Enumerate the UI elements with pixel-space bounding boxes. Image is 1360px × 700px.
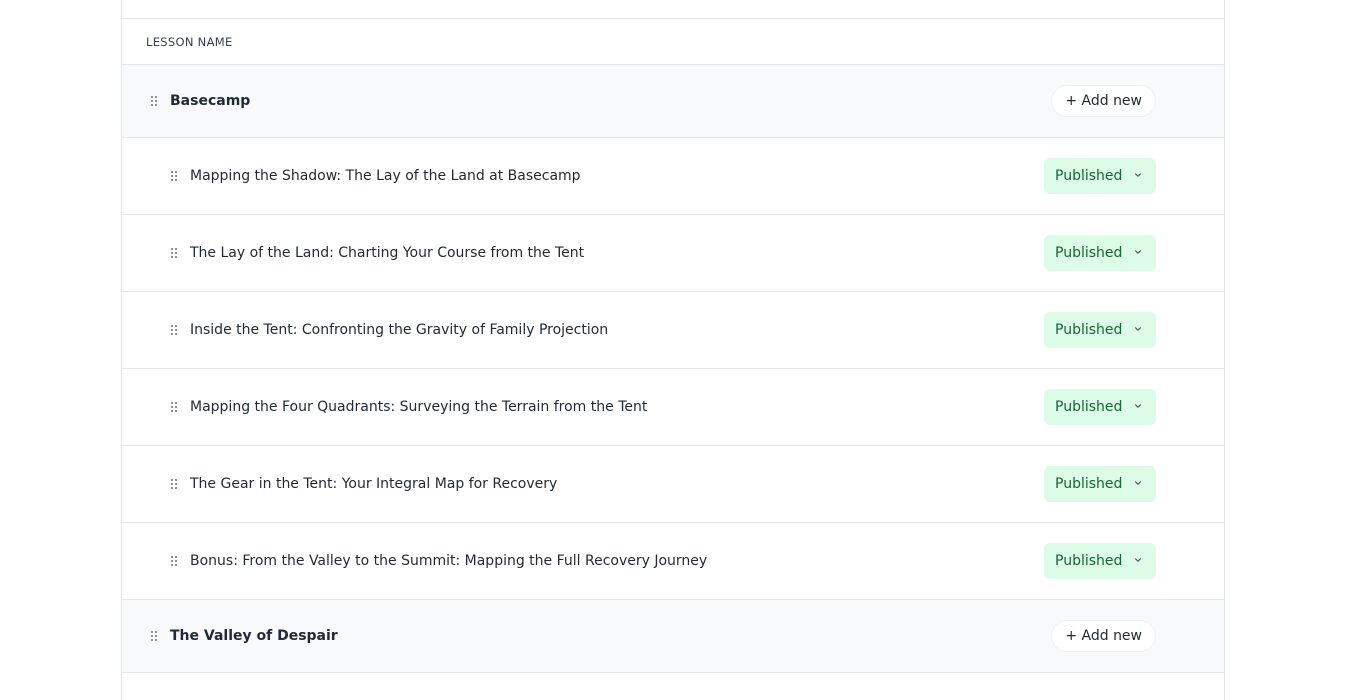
lesson-title[interactable]: The Lay of the Land: Charting Your Cours…	[190, 245, 584, 261]
column-header-lesson-name: LESSON NAME	[122, 19, 1224, 65]
drag-handle-icon[interactable]	[150, 95, 158, 107]
status-label: Published	[1055, 322, 1123, 338]
section-row-valley-of-despair: The Valley of Despair + Add new	[122, 600, 1224, 673]
status-label: Published	[1055, 168, 1123, 184]
lesson-title[interactable]: The Gear in the Tent: Your Integral Map …	[190, 476, 557, 492]
status-label: Published	[1055, 245, 1123, 261]
lesson-row[interactable]: Bonus: From the Valley to the Summit: Ma…	[122, 523, 1224, 600]
chevron-down-icon	[1134, 404, 1142, 408]
lesson-title[interactable]: Bonus: From the Valley to the Summit: Ma…	[190, 553, 707, 569]
lesson-title[interactable]: Inside the Tent: Confronting the Gravity…	[190, 322, 608, 338]
lesson-title[interactable]: Mapping the Four Quadrants: Surveying th…	[190, 399, 647, 415]
section-title: The Valley of Despair	[170, 628, 338, 644]
lessons-table: LESSON NAME Basecamp + Add new Mapping t…	[121, 0, 1225, 700]
lesson-row[interactable]: The Gear in the Tent: Your Integral Map …	[122, 446, 1224, 523]
add-new-button[interactable]: + Add new	[1051, 620, 1156, 652]
lesson-row[interactable]: The Lay of the Land: Charting Your Cours…	[122, 215, 1224, 292]
status-label: Published	[1055, 399, 1123, 415]
drag-handle-icon[interactable]	[170, 401, 178, 413]
chevron-down-icon	[1134, 327, 1142, 331]
section-title: Basecamp	[170, 93, 251, 109]
section-row-basecamp: Basecamp + Add new	[122, 65, 1224, 138]
status-dropdown[interactable]: Published	[1044, 389, 1156, 425]
lesson-row[interactable]: Inside the Tent: Confronting the Gravity…	[122, 292, 1224, 369]
drag-handle-icon[interactable]	[150, 630, 158, 642]
status-dropdown[interactable]: Published	[1044, 466, 1156, 502]
chevron-down-icon	[1134, 250, 1142, 254]
add-new-button[interactable]: + Add new	[1051, 85, 1156, 117]
chevron-down-icon	[1134, 558, 1142, 562]
lesson-row[interactable]: Mapping the Shadow: The Lay of the Land …	[122, 138, 1224, 215]
chevron-down-icon	[1134, 481, 1142, 485]
lesson-title[interactable]: Mapping the Shadow: The Lay of the Land …	[190, 168, 581, 184]
drag-handle-icon[interactable]	[170, 324, 178, 336]
drag-handle-icon[interactable]	[170, 555, 178, 567]
status-dropdown[interactable]: Published	[1044, 543, 1156, 579]
status-dropdown[interactable]: Published	[1044, 312, 1156, 348]
status-label: Published	[1055, 476, 1123, 492]
drag-handle-icon[interactable]	[170, 247, 178, 259]
chevron-down-icon	[1134, 173, 1142, 177]
drag-handle-icon[interactable]	[170, 478, 178, 490]
status-label: Published	[1055, 553, 1123, 569]
table-top-strip	[122, 0, 1224, 19]
drag-handle-icon[interactable]	[170, 170, 178, 182]
status-dropdown[interactable]: Published	[1044, 158, 1156, 194]
status-dropdown[interactable]: Published	[1044, 235, 1156, 271]
lesson-row[interactable]: Mapping the Four Quadrants: Surveying th…	[122, 369, 1224, 446]
